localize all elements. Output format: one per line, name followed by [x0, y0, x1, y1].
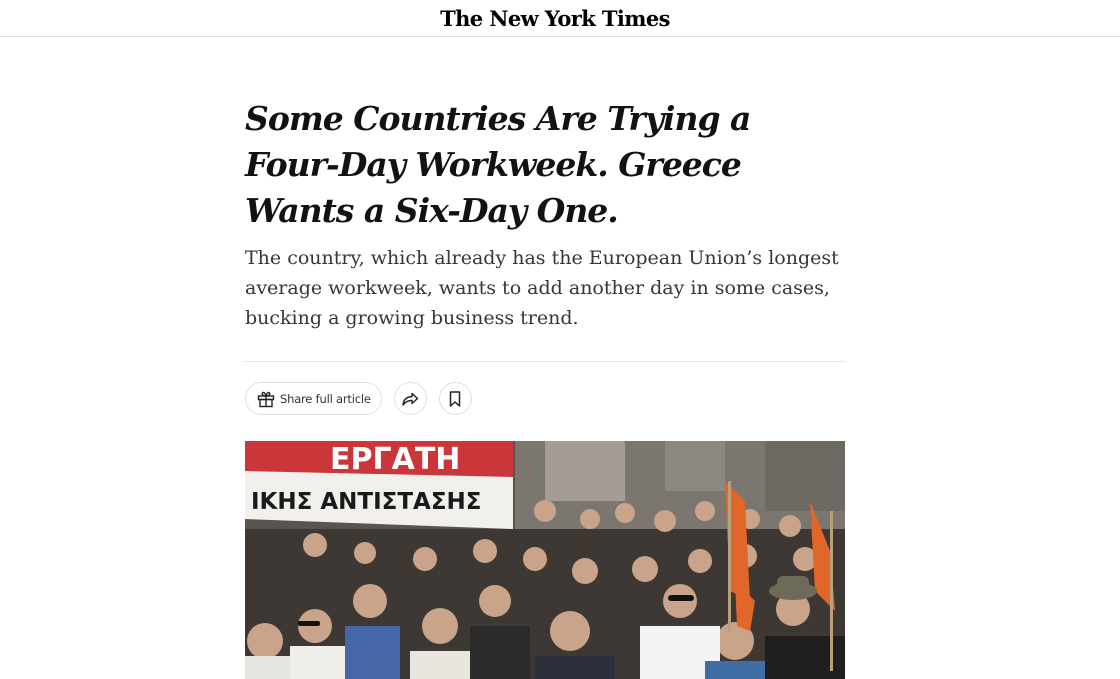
share-button[interactable] — [393, 382, 427, 415]
share-full-article-label: Share full article — [280, 391, 371, 406]
divider — [245, 361, 845, 362]
banner-text-bottom: ΙΚΗΣ ΑΝΤΙΣΤΑΣΗΣ — [251, 489, 482, 515]
article-header: Some Countries Are Trying a Four-Day Wor… — [245, 96, 845, 333]
lead-photo: ΕΡΓΑΤΗ ΙΚΗΣ ΑΝΤΙΣΤΑΣΗΣ — [245, 441, 845, 679]
masthead: The New York Times — [0, 0, 1120, 37]
share-full-article-button[interactable]: Share full article — [245, 382, 382, 415]
article-actions: Share full article — [245, 382, 472, 415]
gift-icon — [256, 389, 276, 409]
banner-text-top: ΕΡΓΑΤΗ — [330, 442, 460, 477]
article-headline: Some Countries Are Trying a Four-Day Wor… — [245, 99, 751, 230]
save-bookmark-button[interactable] — [438, 382, 472, 415]
share-arrow-icon — [400, 389, 420, 409]
protest-crowd-image: ΕΡΓΑΤΗ ΙΚΗΣ ΑΝΤΙΣΤΑΣΗΣ — [245, 441, 845, 679]
article-summary: The country, which already has the Europ… — [245, 247, 839, 329]
bookmark-icon — [445, 389, 465, 409]
nyt-logo[interactable]: The New York Times — [440, 6, 670, 31]
